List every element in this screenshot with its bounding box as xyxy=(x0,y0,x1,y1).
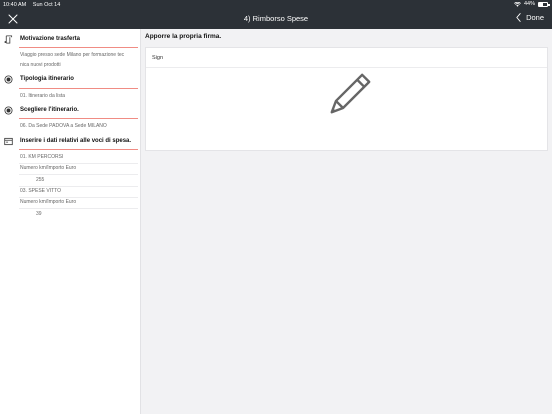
section-title: Scegliere l'itinerario. xyxy=(20,107,79,113)
battery-percent: 44% xyxy=(523,1,535,7)
receipt-icon xyxy=(4,137,13,146)
section-divider xyxy=(19,88,138,89)
nav-title: 4) Rimborso Spese xyxy=(243,13,309,23)
radio-icon xyxy=(4,75,13,84)
section-text: 01. Itinerario da lista xyxy=(20,93,66,99)
section-title: Motivazione trasferta xyxy=(20,36,81,42)
status-date: Sun Oct 14 xyxy=(32,1,61,8)
section-divider xyxy=(19,47,138,48)
expense-label: 01. KM PERCORSI xyxy=(20,154,64,160)
item-divider xyxy=(19,208,138,209)
main-content: Apporre la propria firma. Sign xyxy=(141,29,552,414)
radio-icon xyxy=(4,106,13,115)
nav-bar: 4) Rimborso Spese Done xyxy=(0,9,552,29)
expense-value: 255 xyxy=(36,177,45,183)
section-divider xyxy=(19,118,138,119)
sign-divider xyxy=(146,67,547,68)
pencil-icon xyxy=(330,73,371,114)
section-text: 06. Da Sede PADOVA a Sede MILANO xyxy=(20,123,107,129)
section-divider xyxy=(19,149,138,150)
expense-value: 39 xyxy=(36,211,42,217)
document-icon xyxy=(4,35,13,44)
chevron-left-icon xyxy=(516,12,521,22)
done-label: Done xyxy=(526,12,544,22)
section-title: Inserire i dati relativi alle voci di sp… xyxy=(20,138,132,144)
section-title: Tipologia itinerario xyxy=(20,76,74,82)
sign-label: Sign xyxy=(152,55,164,61)
expense-label: 03. SPESE VITTO xyxy=(20,188,62,194)
status-bar: 10:40 AM Sun Oct 14 44% xyxy=(0,0,552,9)
signature-pad[interactable]: Sign xyxy=(145,47,548,151)
item-divider xyxy=(19,174,138,175)
status-time: 10:40 AM xyxy=(3,1,27,8)
sidebar: Motivazione trasferta Viaggio presso sed… xyxy=(0,29,141,414)
section-text: nica nuovi prodotti xyxy=(20,62,61,68)
battery-icon xyxy=(538,1,550,7)
expense-field-label: Numero km/Importo Euro xyxy=(20,199,77,205)
done-button[interactable]: Done xyxy=(516,13,544,22)
wifi-icon xyxy=(514,1,521,7)
page-title: Apporre la propria firma. xyxy=(145,33,222,40)
expense-field-label: Numero km/Importo Euro xyxy=(20,165,77,171)
